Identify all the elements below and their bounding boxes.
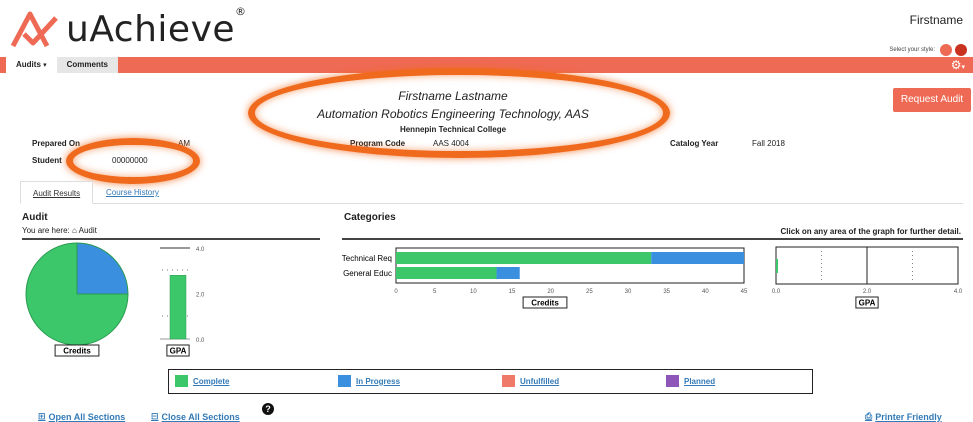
legend-complete[interactable]: Complete: [175, 375, 229, 387]
gpa-hbar-tick-label: 2.0: [863, 289, 872, 295]
printer-friendly-link[interactable]: ⎙ Printer Friendly: [865, 411, 942, 422]
credits-tick-label: 30: [625, 289, 632, 295]
gpa-hbar-tick-label: 4.0: [954, 289, 963, 295]
credits-tick-label: 45: [741, 289, 748, 295]
collapse-icon: ⊟: [151, 411, 159, 421]
legend-swatch: [175, 375, 188, 387]
chart-legend: Complete In Progress Unfulfilled Planned: [168, 369, 813, 394]
credits-tick-label: 10: [470, 289, 477, 295]
credits-bar-complete: [396, 252, 652, 264]
category-label: General Educ: [343, 269, 392, 278]
close-all-sections-link[interactable]: ⊟ Close All Sections: [151, 411, 240, 422]
credits-tick-label: 5: [433, 289, 437, 295]
gpa-category-chart[interactable]: 0.0 2.0 4.0 GPA: [772, 246, 963, 309]
credits-bar-in-progress: [496, 267, 520, 279]
legend-in-progress[interactable]: In Progress: [338, 375, 400, 387]
credits-tick-label: 0: [394, 289, 398, 295]
legend-planned[interactable]: Planned: [666, 375, 715, 387]
pie-xlabel: Credits: [63, 347, 91, 356]
legend-swatch: [666, 375, 679, 387]
gpa-hbar-tick-label: 0.0: [772, 289, 781, 295]
category-label: Technical Req: [342, 254, 392, 263]
expand-icon: ⊞: [38, 411, 46, 421]
credits-bar-in-progress: [651, 252, 744, 264]
printer-icon: ⎙: [865, 411, 873, 421]
gpa-bar: [169, 275, 187, 340]
gpa-hbar-xlabel: GPA: [859, 299, 876, 308]
credits-category-chart[interactable]: Technical Req General Educ 0 5 10 15 20 25 30 35 4…: [342, 247, 748, 309]
charts-canvas: Credits 0.0 2.0 4.0 GPA Technical Req Genera…: [25, 242, 963, 357]
gpa-tick-label: 2.0: [196, 293, 205, 299]
credits-tick-label: 35: [663, 289, 670, 295]
legend-swatch: [502, 375, 515, 387]
legend-unfulfilled[interactable]: Unfulfilled: [502, 375, 559, 387]
credits-pie-chart[interactable]: Credits: [25, 242, 129, 357]
credits-tick-label: 40: [702, 289, 709, 295]
gpa-vertical-chart[interactable]: 0.0 2.0 4.0 GPA: [160, 247, 205, 357]
gpa-tick-label: 0.0: [196, 338, 205, 344]
help-icon[interactable]: ?: [262, 403, 274, 415]
credits-bar-complete: [396, 267, 497, 279]
credits-tick-label: 15: [509, 289, 516, 295]
gpa-tick-label: 4.0: [196, 247, 205, 253]
credits-xlabel: Credits: [531, 299, 559, 308]
credits-tick-label: 20: [547, 289, 554, 295]
open-all-sections-link[interactable]: ⊞ Open All Sections: [38, 411, 125, 422]
legend-swatch: [338, 375, 351, 387]
pie-slice-in-progress: [76, 242, 129, 295]
credits-tick-label: 25: [586, 289, 593, 295]
gpa-xlabel: GPA: [170, 347, 187, 356]
